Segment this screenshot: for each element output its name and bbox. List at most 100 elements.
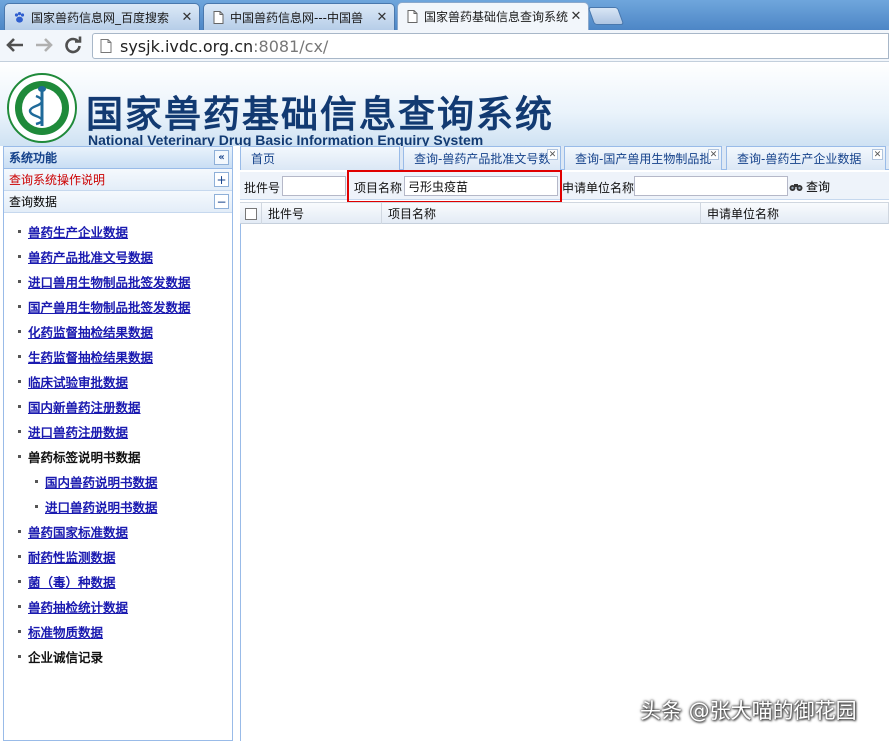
- sidebar-item[interactable]: 临床试验审批数据: [18, 372, 128, 390]
- expand-plus-icon[interactable]: +: [214, 172, 229, 187]
- sidebar-item[interactable]: 进口兽用生物制品批签发数据: [18, 272, 191, 290]
- sidebar-item-label[interactable]: 临床试验审批数据: [28, 372, 128, 391]
- select-all-checkbox-cell[interactable]: [240, 203, 262, 224]
- accordion-operation-guide[interactable]: 查询系统操作说明 +: [4, 169, 232, 191]
- browser-tab-2[interactable]: 中国兽药信息网---中国兽 ✕: [203, 3, 395, 30]
- highlight-annotation-box: [347, 170, 562, 203]
- reload-icon[interactable]: [62, 34, 84, 56]
- baidu-paw-icon: [13, 11, 26, 24]
- sidebar-item-label[interactable]: 进口兽用生物制品批签发数据: [28, 272, 191, 291]
- bullet-icon: [18, 404, 21, 408]
- accordion-label: 查询系统操作说明: [9, 173, 106, 187]
- sidebar-item[interactable]: 兽药国家标准数据: [18, 522, 128, 540]
- close-icon[interactable]: ✕: [872, 149, 883, 160]
- bullet-icon: [18, 254, 21, 258]
- browser-tab-title: 中国兽药信息网---中国兽: [230, 10, 363, 25]
- url-host: sysjk.ivdc.org.cn: [120, 36, 254, 56]
- bullet-icon: [18, 429, 21, 433]
- bullet-icon: [18, 229, 21, 233]
- sidebar-item-label[interactable]: 化药监督抽检结果数据: [28, 322, 153, 341]
- sidebar-item[interactable]: 耐药性监测数据: [18, 547, 116, 565]
- sidebar-item[interactable]: 兽药产品批准文号数据: [18, 247, 153, 265]
- sidebar-item-label[interactable]: 兽药国家标准数据: [28, 522, 128, 541]
- sidebar-item-label[interactable]: 进口兽药说明书数据: [45, 497, 158, 516]
- column-applicant-name[interactable]: 申请单位名称: [701, 203, 889, 224]
- site-subtitle: National Veterinary Drug Basic Informati…: [88, 132, 484, 146]
- bullet-icon: [18, 304, 21, 308]
- sidebar-item[interactable]: 进口兽药说明书数据: [35, 497, 158, 515]
- bullet-icon: [18, 454, 21, 458]
- grid-body: [240, 224, 889, 741]
- bullet-icon: [18, 329, 21, 333]
- watermark-text: 头条 @张大喵的御花园: [640, 699, 857, 723]
- forward-arrow-icon[interactable]: [33, 34, 55, 56]
- sidebar-item[interactable]: 标准物质数据: [18, 622, 103, 640]
- column-batch-number[interactable]: 批件号: [262, 203, 382, 224]
- accordion-query-data[interactable]: 查询数据 −: [4, 191, 232, 213]
- sidebar-item[interactable]: 兽药抽检统计数据: [18, 597, 128, 615]
- tab-label: 查询-兽药产品批准文号数: [414, 152, 551, 166]
- bullet-icon: [18, 579, 21, 583]
- tab-manufacturer-query[interactable]: 查询-兽药生产企业数据 ✕: [726, 146, 886, 170]
- page-icon: [406, 10, 419, 23]
- sidebar-item[interactable]: 国内新兽药注册数据: [18, 397, 141, 415]
- sidebar-item-label[interactable]: 兽药抽检统计数据: [28, 597, 128, 616]
- close-icon[interactable]: ✕: [374, 10, 390, 25]
- site-banner: 国家兽药基础信息查询系统 National Veterinary Drug Ba…: [0, 62, 889, 146]
- sidebar-item[interactable]: 国产兽用生物制品批签发数据: [18, 297, 191, 315]
- tab-approval-number-query[interactable]: 查询-兽药产品批准文号数 ✕: [403, 146, 561, 170]
- sidebar-item[interactable]: 生药监督抽检结果数据: [18, 347, 153, 365]
- sidebar-item-label[interactable]: 进口兽药注册数据: [28, 422, 128, 441]
- browser-tab-3-active[interactable]: 国家兽药基础信息查询系统 ✕: [397, 2, 589, 30]
- sidebar-title: 系统功能: [9, 151, 58, 165]
- sidebar-item-label[interactable]: 国内兽药说明书数据: [45, 472, 158, 491]
- batch-number-input[interactable]: [282, 176, 346, 196]
- browser-toolbar: sysjk.ivdc.org.cn:8081/cx/: [0, 30, 889, 62]
- bullet-icon: [18, 554, 21, 558]
- bullet-icon: [18, 529, 21, 533]
- bullet-icon: [18, 654, 21, 658]
- column-project-name[interactable]: 项目名称: [382, 203, 701, 224]
- sidebar-item-label[interactable]: 耐药性监测数据: [28, 547, 116, 566]
- close-icon[interactable]: ✕: [179, 10, 195, 25]
- page-icon: [212, 10, 225, 24]
- tab-bio-product-query[interactable]: 查询-国产兽用生物制品批 ✕: [564, 146, 722, 170]
- sidebar-item-label[interactable]: 国产兽用生物制品批签发数据: [28, 297, 191, 316]
- new-tab-button[interactable]: [587, 7, 625, 25]
- sidebar-item[interactable]: 菌（毒）种数据: [18, 572, 116, 590]
- close-icon[interactable]: ✕: [568, 9, 584, 24]
- sidebar-item-label: 兽药标签说明书数据: [28, 449, 141, 465]
- tab-label: 首页: [251, 152, 276, 166]
- sidebar-item[interactable]: 进口兽药注册数据: [18, 422, 128, 440]
- content-tab-bar: 首页 查询-兽药产品批准文号数 ✕ 查询-国产兽用生物制品批 ✕ 查询-兽药生产…: [240, 146, 889, 170]
- query-button[interactable]: 查询: [789, 176, 830, 196]
- sidebar-item-label[interactable]: 标准物质数据: [28, 622, 103, 641]
- sidebar-item[interactable]: 化药监督抽检结果数据: [18, 322, 153, 340]
- sidebar-item[interactable]: 兽药生产企业数据: [18, 222, 128, 240]
- tab-home[interactable]: 首页: [240, 146, 400, 170]
- collapse-left-icon[interactable]: «: [214, 150, 229, 165]
- back-arrow-icon[interactable]: [4, 34, 26, 56]
- binoculars-icon: [789, 181, 803, 191]
- sidebar-item-label[interactable]: 兽药产品批准文号数据: [28, 247, 153, 266]
- address-bar[interactable]: sysjk.ivdc.org.cn:8081/cx/: [92, 33, 889, 59]
- close-icon[interactable]: ✕: [547, 149, 558, 160]
- bullet-icon: [35, 479, 38, 483]
- sidebar-item-label[interactable]: 生药监督抽检结果数据: [28, 347, 153, 366]
- browser-tab-1[interactable]: 国家兽药信息网_百度搜索 ✕: [4, 3, 200, 30]
- bullet-icon: [18, 604, 21, 608]
- url-path: :8081/cx/: [253, 36, 329, 56]
- query-label: 查询: [806, 179, 831, 194]
- sidebar-item[interactable]: 国内兽药说明书数据: [35, 472, 158, 490]
- sidebar-item-label[interactable]: 国内新兽药注册数据: [28, 397, 141, 416]
- select-all-checkbox[interactable]: [245, 207, 257, 220]
- close-icon[interactable]: ✕: [708, 149, 719, 160]
- collapse-minus-icon[interactable]: −: [214, 194, 229, 209]
- bullet-icon: [18, 279, 21, 283]
- sidebar-item-label[interactable]: 菌（毒）种数据: [28, 572, 116, 591]
- applicant-input[interactable]: [634, 176, 788, 196]
- accordion-label: 查询数据: [9, 195, 58, 209]
- sidebar-item: 兽药标签说明书数据: [18, 447, 141, 465]
- sidebar-item-label[interactable]: 兽药生产企业数据: [28, 222, 128, 241]
- bullet-icon: [18, 379, 21, 383]
